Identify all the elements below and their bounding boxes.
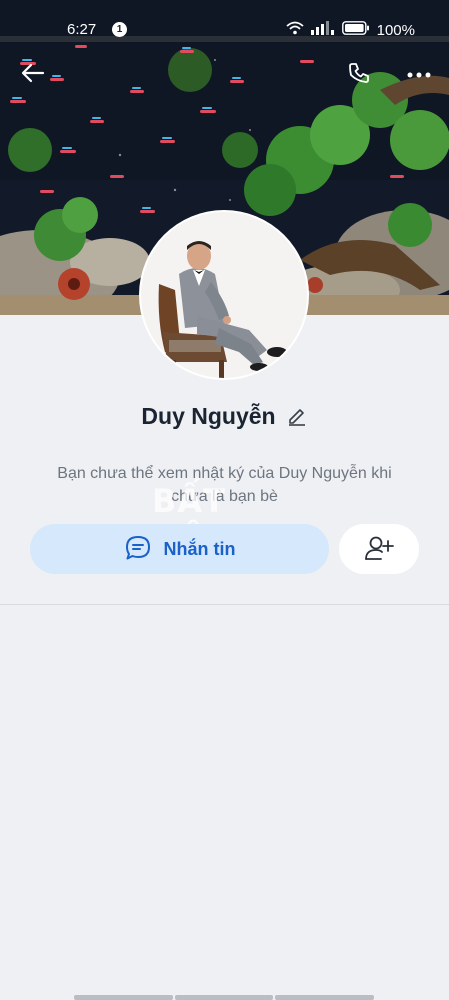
battery-percent: 100% [376,21,415,39]
profile-name: Duy Nguyễn [141,402,276,429]
wifi-icon [286,21,304,39]
add-friend-icon [364,535,394,564]
avatar[interactable] [141,212,307,378]
watermark: BẤT ĐỘT [152,482,230,558]
chat-bubble-icon [124,534,152,565]
battery-icon [341,21,370,39]
status-bar: 6:27 1 100% [0,0,449,40]
status-time: 6:27 [67,21,97,38]
pencil-icon [288,409,305,426]
home-indicator[interactable] [74,995,375,1000]
edit-name-button[interactable] [286,405,308,427]
message-button[interactable]: Nhắn tin [30,524,329,574]
back-arrow-icon [21,63,45,88]
section-divider [0,604,449,605]
status-indicators: 100% [286,21,415,39]
add-friend-button[interactable] [339,524,419,574]
more-options-button[interactable] [404,60,434,90]
signal-icon [310,21,335,39]
message-label: Nhắn tin [163,538,236,559]
notification-badge: 1 [112,22,127,37]
avatar-photo [141,212,307,378]
phone-call-icon [347,61,371,90]
call-button[interactable] [344,60,374,90]
profile-name-row: Duy Nguyễn [0,398,449,434]
more-options-icon [407,66,431,84]
back-button[interactable] [18,60,48,90]
